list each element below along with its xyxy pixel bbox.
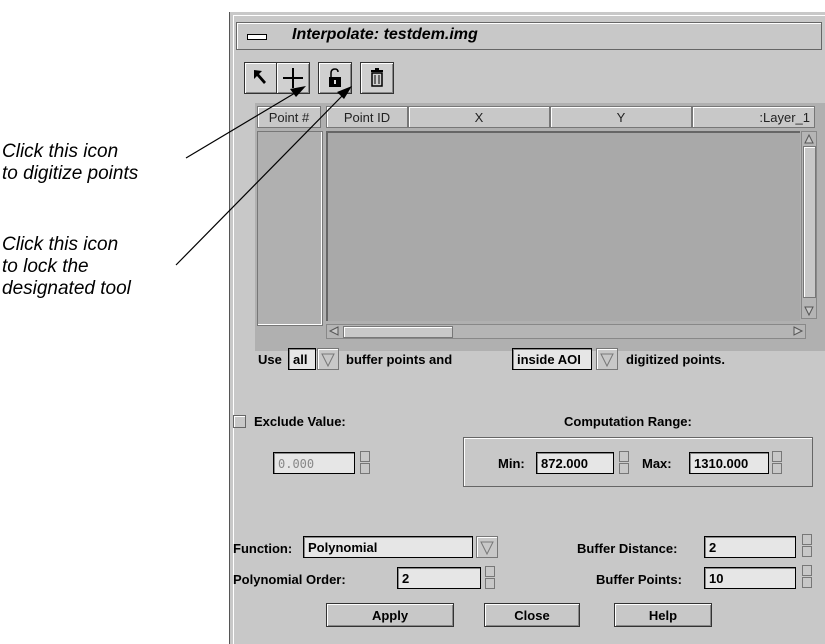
apply-button[interactable]: Apply	[326, 603, 454, 627]
column-header-point-id[interactable]: Point ID	[326, 106, 408, 128]
buffer-points-option-field[interactable]: all	[288, 348, 316, 370]
annotation-lock-line1: Click this icon	[2, 234, 119, 255]
polynomial-order-field[interactable]: 2	[397, 567, 481, 589]
arrow-select-icon	[254, 70, 266, 84]
min-value-field[interactable]: 872.000	[536, 452, 614, 474]
buffer-points-option-dropdown[interactable]	[317, 348, 339, 370]
buffer-distance-label: Buffer Distance:	[577, 541, 678, 556]
scroll-left-arrow-icon[interactable]	[327, 325, 341, 338]
point-cell-array[interactable]: Point # Point ID X Y :Layer_1	[255, 103, 825, 351]
max-value-field[interactable]: 1310.000	[689, 452, 769, 474]
vertical-scroll-thumb[interactable]	[803, 146, 816, 298]
max-label: Max:	[642, 456, 672, 471]
delete-tool-button[interactable]	[360, 62, 394, 94]
select-tool-button[interactable]	[244, 62, 278, 94]
buffer-distance-field[interactable]: 2	[704, 536, 796, 558]
lock-tool-button[interactable]	[318, 62, 352, 94]
buffer-points-spinner[interactable]	[802, 565, 812, 589]
spinner-up-icon[interactable]	[802, 534, 812, 545]
buffer-distance-spinner[interactable]	[802, 534, 812, 558]
column-header-layer[interactable]: :Layer_1	[692, 106, 815, 128]
function-label: Function:	[233, 541, 293, 556]
buffer-points-label: Buffer Points:	[596, 572, 682, 587]
aoi-option-field[interactable]: inside AOI	[512, 348, 592, 370]
chevron-down-icon	[600, 353, 614, 368]
spinner-down-icon[interactable]	[485, 578, 495, 589]
spinner-up-icon[interactable]	[619, 451, 629, 462]
spinner-down-icon[interactable]	[802, 577, 812, 588]
crosshair-digitize-icon	[283, 68, 303, 88]
annotation-lock-line3: designated tool	[2, 278, 131, 299]
chevron-down-icon	[480, 541, 494, 556]
annotation-digitize: Click this icon to digitize points	[2, 141, 138, 185]
trash-icon	[371, 68, 383, 87]
horizontal-scrollbar[interactable]	[326, 324, 806, 339]
use-mid-text: buffer points and	[346, 352, 453, 367]
exclude-value-checkbox[interactable]	[233, 415, 246, 428]
grid-data-area[interactable]	[326, 131, 800, 321]
annotation-digitize-line1: Click this icon	[2, 141, 119, 162]
buffer-points-field[interactable]: 10	[704, 567, 796, 589]
close-button[interactable]: Close	[484, 603, 580, 627]
column-header-point-number[interactable]: Point #	[257, 106, 321, 128]
computation-range-title: Computation Range:	[564, 414, 692, 429]
point-number-column	[257, 131, 323, 326]
vertical-scrollbar[interactable]	[801, 131, 817, 319]
window-menu-button[interactable]	[242, 27, 272, 45]
aoi-option-dropdown[interactable]	[596, 348, 618, 370]
min-label: Min:	[498, 456, 525, 471]
spinner-up-icon[interactable]	[485, 566, 495, 577]
annotation-digitize-line2: to digitize points	[2, 163, 139, 184]
use-suffix-text: digitized points.	[626, 352, 725, 367]
title-bar[interactable]: Interpolate: testdem.img	[236, 22, 822, 50]
annotation-lock: Click this icon to lock the designated t…	[2, 234, 131, 300]
column-header-y[interactable]: Y	[550, 106, 692, 128]
horizontal-scroll-thumb[interactable]	[343, 326, 453, 338]
exclude-value-field[interactable]: 0.000	[273, 452, 355, 474]
window-title: Interpolate: testdem.img	[292, 26, 478, 43]
function-field[interactable]: Polynomial	[303, 536, 473, 558]
help-button[interactable]: Help	[614, 603, 712, 627]
spinner-up-icon[interactable]	[360, 451, 370, 462]
spinner-down-icon[interactable]	[360, 463, 370, 474]
scroll-up-arrow-icon[interactable]	[802, 132, 816, 146]
scroll-right-arrow-icon[interactable]	[791, 325, 805, 338]
spinner-down-icon[interactable]	[619, 463, 629, 474]
exclude-value-spinner[interactable]	[360, 451, 370, 475]
polynomial-order-label: Polynomial Order:	[233, 572, 346, 587]
spinner-up-icon[interactable]	[802, 565, 812, 576]
column-header-x[interactable]: X	[408, 106, 550, 128]
window-menu-icon	[247, 34, 267, 40]
use-label: Use	[258, 352, 282, 367]
scroll-down-arrow-icon[interactable]	[802, 304, 816, 318]
spinner-down-icon[interactable]	[772, 463, 782, 474]
chevron-down-icon	[321, 353, 335, 368]
annotation-lock-line2: to lock the	[2, 256, 89, 277]
spinner-down-icon[interactable]	[802, 546, 812, 557]
lock-icon	[329, 68, 341, 87]
function-dropdown[interactable]	[476, 536, 498, 558]
spinner-up-icon[interactable]	[772, 451, 782, 462]
max-value-spinner[interactable]	[772, 451, 782, 475]
exclude-value-label: Exclude Value:	[254, 414, 346, 429]
polynomial-order-spinner[interactable]	[485, 566, 495, 590]
min-value-spinner[interactable]	[619, 451, 629, 475]
digitize-tool-button[interactable]	[276, 62, 310, 94]
